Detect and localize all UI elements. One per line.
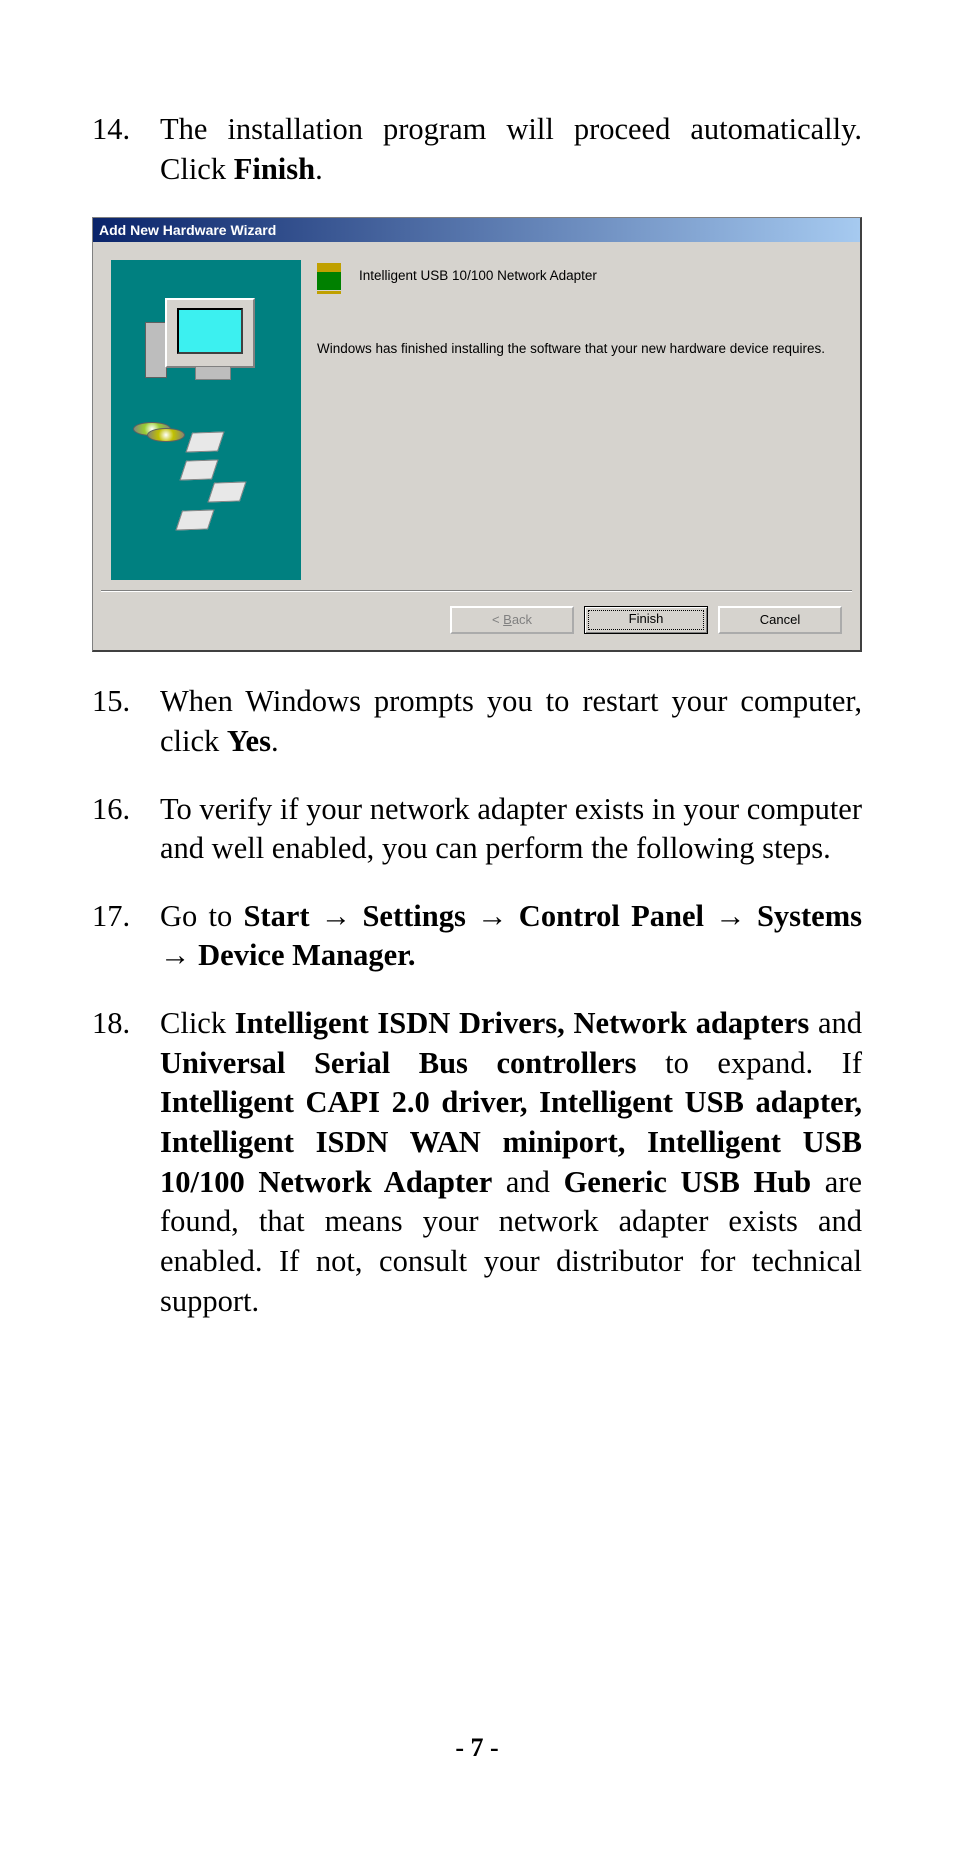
- step-14: 14. The installation program will procee…: [92, 110, 862, 189]
- step-text: Click Intelligent ISDN Drivers, Network …: [160, 1004, 862, 1321]
- wizard-screenshot: Add New Hardware Wizard Intelligent US: [92, 217, 862, 652]
- step-18: 18. Click Intelligent ISDN Drivers, Netw…: [92, 1004, 862, 1321]
- step-text: When Windows prompts you to restart your…: [160, 682, 862, 761]
- step-number: 17.: [92, 897, 160, 976]
- finish-button[interactable]: Finish: [584, 606, 708, 634]
- step-text: The installation program will proceed au…: [160, 110, 862, 189]
- step-text: Go to Start → Settings → Control Panel →…: [160, 897, 862, 976]
- wizard-titlebar: Add New Hardware Wizard: [93, 218, 860, 242]
- wizard-message: Windows has finished installing the soft…: [317, 340, 842, 358]
- device-name-label: Intelligent USB 10/100 Network Adapter: [359, 268, 597, 283]
- network-adapter-chip-icon: [317, 270, 341, 290]
- step-16: 16. To verify if your network adapter ex…: [92, 790, 862, 869]
- step-number: 15.: [92, 682, 160, 761]
- step-number: 14.: [92, 110, 160, 189]
- step-number: 18.: [92, 1004, 160, 1321]
- wizard-dialog: Add New Hardware Wizard Intelligent US: [92, 217, 862, 652]
- step-text: To verify if your network adapter exists…: [160, 790, 862, 869]
- computer-monitor-icon: [165, 298, 255, 368]
- computer-tower-icon: [145, 322, 167, 378]
- cancel-button[interactable]: Cancel: [718, 606, 842, 634]
- wizard-sidebar-graphic: [111, 260, 301, 580]
- back-button: < Back: [450, 606, 574, 634]
- step-17: 17. Go to Start → Settings → Control Pan…: [92, 897, 862, 976]
- step-number: 16.: [92, 790, 160, 869]
- step-15: 15. When Windows prompts you to restart …: [92, 682, 862, 761]
- page-number: - 7 -: [0, 1733, 954, 1763]
